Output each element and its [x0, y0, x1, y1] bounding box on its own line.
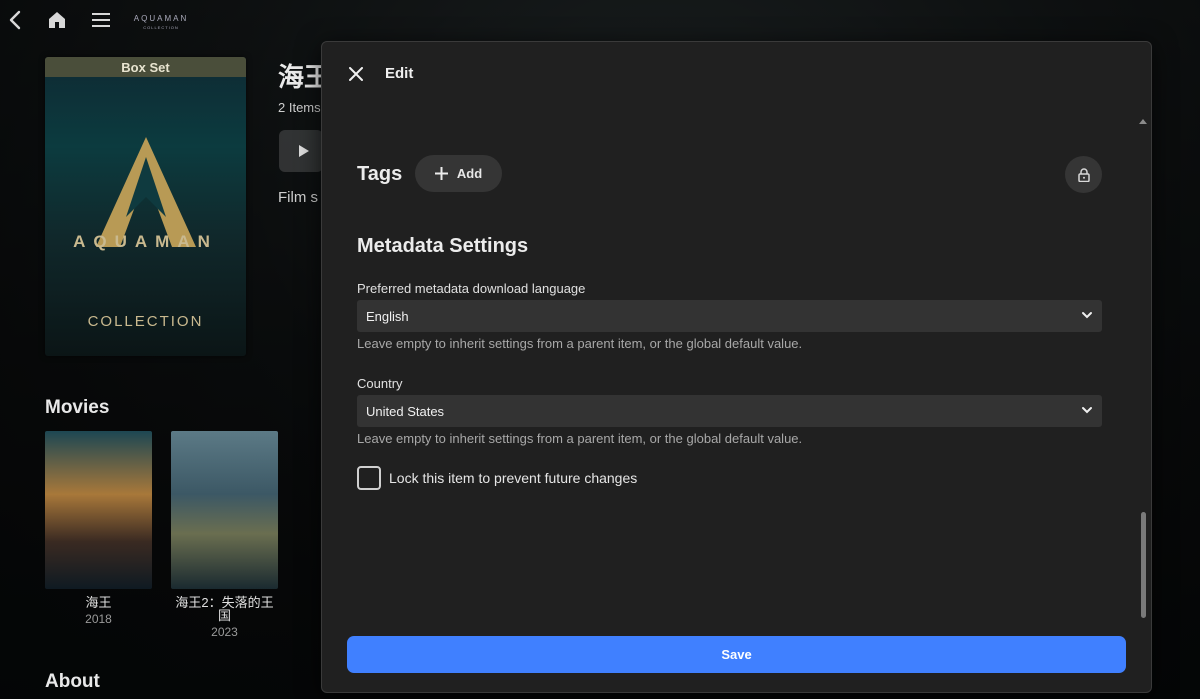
scrollbar-thumb[interactable] [1141, 512, 1146, 618]
dialog-title: Edit [385, 65, 414, 82]
metadata-settings-heading: Metadata Settings [357, 235, 529, 257]
brand-logo[interactable]: AQUAMAN COLLECTION [126, 14, 196, 32]
poster-title: AQUAMAN [73, 232, 218, 251]
close-button[interactable] [342, 60, 370, 88]
brand-logo-line1: AQUAMAN [133, 14, 189, 23]
scroll-up-icon [1139, 119, 1147, 124]
scrollbar-up-button[interactable] [1138, 112, 1148, 124]
dialog-header: Edit [322, 42, 1151, 104]
country-helper-text: Leave empty to inherit settings from a p… [357, 431, 803, 446]
movie-year: 2018 [85, 612, 112, 626]
tags-label: Tags [357, 163, 403, 185]
play-button[interactable] [279, 130, 323, 172]
brand-logo-line2: COLLECTION [143, 25, 179, 30]
scrollbar[interactable] [1140, 512, 1148, 618]
movie-year: 2023 [211, 625, 238, 639]
save-button[interactable]: Save [347, 636, 1126, 673]
boxset-ribbon: Box Set [45, 57, 246, 77]
back-arrow-icon [9, 10, 21, 30]
tags-lock-button[interactable] [1065, 156, 1102, 193]
language-label: Preferred metadata download language [357, 281, 586, 296]
chevron-down-icon [1082, 312, 1092, 319]
poster-subtitle: COLLECTION [87, 313, 204, 330]
add-tag-button[interactable]: Add [415, 155, 502, 192]
lock-item-label[interactable]: Lock this item to prevent future changes [389, 470, 637, 486]
top-bar: AQUAMAN COLLECTION [0, 0, 1200, 40]
chevron-down-icon [1082, 407, 1092, 414]
back-button[interactable] [0, 4, 32, 36]
trident-emblem-icon [95, 137, 196, 247]
movie-title: 海王2：失落的王国 [175, 595, 274, 623]
lock-item-checkbox[interactable] [357, 466, 381, 490]
item-count: 2 Items [278, 100, 321, 115]
country-label: Country [357, 376, 403, 391]
language-helper-text: Leave empty to inherit settings from a p… [357, 336, 803, 351]
movie-poster [171, 431, 278, 589]
plus-icon [434, 167, 448, 180]
movies-heading: Movies [45, 397, 110, 418]
country-select[interactable]: United States [357, 395, 1102, 427]
home-button[interactable] [41, 4, 73, 36]
movie-poster [45, 431, 152, 589]
language-select[interactable]: English [357, 300, 1102, 332]
hamburger-menu-icon [92, 13, 110, 27]
add-tag-label: Add [456, 166, 483, 181]
country-value: United States [366, 403, 445, 419]
movie-card[interactable]: 海王2：失落的王国 2023 [171, 431, 278, 639]
edit-dialog: Edit Tags Add Metadata Settings Preferre… [321, 41, 1152, 693]
overview-text: Film s [278, 189, 318, 206]
menu-button[interactable] [85, 4, 117, 36]
play-icon [299, 145, 309, 157]
lock-item-row[interactable]: Lock this item to prevent future changes [357, 466, 637, 490]
language-value: English [366, 308, 409, 324]
close-icon [349, 67, 363, 81]
lock-icon [1077, 167, 1090, 182]
movie-title: 海王 [85, 595, 112, 610]
about-heading: About [45, 671, 100, 692]
movie-card[interactable]: 海王 2018 [45, 431, 152, 626]
boxset-poster[interactable]: Box Set AQUAMAN COLLECTION [45, 57, 246, 356]
home-icon [49, 12, 65, 28]
